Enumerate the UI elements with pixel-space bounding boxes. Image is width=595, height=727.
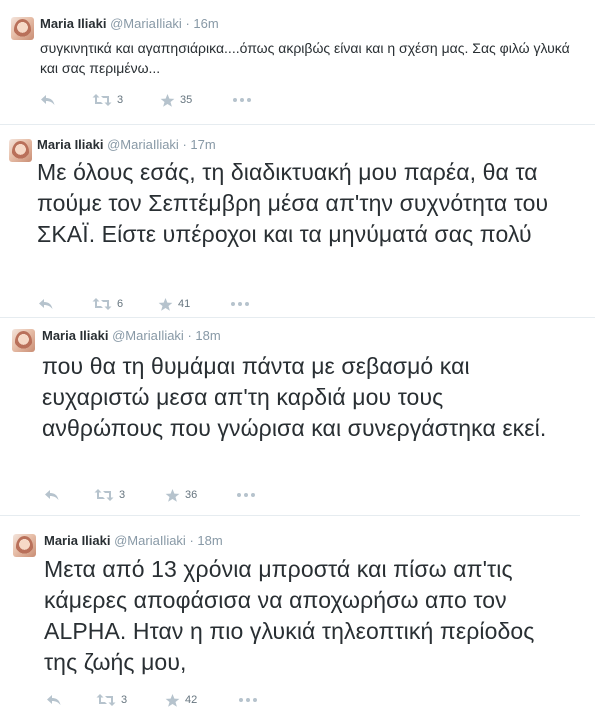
tweet-header: Maria Iliaki @MariaIliaki · 16m — [40, 16, 219, 32]
retweet-icon — [96, 694, 116, 706]
timestamp[interactable]: 17m — [190, 137, 215, 152]
retweet-count: 6 — [117, 298, 124, 310]
timestamp[interactable]: 16m — [193, 16, 218, 31]
tweet-text: Με όλους εσάς, τη διαδικτυακή μου παρέα,… — [37, 159, 549, 247]
dot-separator: · — [185, 16, 190, 31]
star-icon — [160, 93, 175, 107]
reply-button[interactable] — [46, 691, 62, 709]
more-dots-icon — [237, 493, 241, 497]
more-dots-icon — [231, 302, 235, 306]
more-button[interactable] — [233, 91, 254, 109]
retweet-button[interactable]: 3 — [96, 691, 127, 709]
more-button[interactable] — [239, 691, 260, 709]
more-button[interactable] — [231, 295, 252, 313]
reply-icon — [39, 299, 53, 309]
tweet-actions: 3 42 — [46, 691, 286, 709]
tweet-actions: 6 41 — [38, 295, 278, 313]
author-name[interactable]: Maria Iliaki — [44, 533, 110, 548]
author-name[interactable]: Maria Iliaki — [42, 328, 108, 343]
retweet-icon — [92, 298, 112, 310]
retweet-count: 3 — [117, 94, 124, 106]
retweet-icon — [92, 94, 112, 106]
dot-separator: · — [187, 328, 192, 343]
star-icon — [165, 693, 180, 707]
tweet-3: Maria Iliaki @MariaIliaki · 18m που θα τ… — [0, 318, 595, 514]
favorite-count: 36 — [185, 489, 198, 501]
tweet-text: Μετα από 13 χρόνια μπροστά και πίσω απ'τ… — [44, 556, 535, 675]
tweet-text: συγκινητικά και αγαπησιάρικα....όπως ακρ… — [40, 40, 570, 76]
favorite-button[interactable]: 35 — [160, 91, 192, 109]
dot-separator: · — [182, 137, 187, 152]
favorite-button[interactable]: 42 — [165, 691, 197, 709]
author-handle[interactable]: @MariaIliaki — [110, 16, 182, 31]
retweet-icon — [94, 489, 114, 501]
tweet-2: Maria Iliaki @MariaIliaki · 17m Με όλους… — [0, 125, 595, 317]
author-handle[interactable]: @MariaIliaki — [112, 328, 184, 343]
retweet-count: 3 — [121, 694, 128, 706]
favorite-count: 35 — [180, 94, 193, 106]
timestamp[interactable]: 18m — [195, 328, 220, 343]
avatar[interactable] — [11, 17, 34, 40]
tweet-header: Maria Iliaki @MariaIliaki · 18m — [44, 533, 223, 549]
dot-separator: · — [189, 533, 194, 548]
tweet-actions: 3 35 — [40, 91, 280, 109]
favorite-button[interactable]: 36 — [165, 486, 197, 504]
avatar[interactable] — [9, 139, 32, 162]
reply-button[interactable] — [44, 486, 60, 504]
tweet-header: Maria Iliaki @MariaIliaki · 17m — [37, 137, 216, 153]
more-dots-icon — [233, 98, 237, 102]
author-handle[interactable]: @MariaIliaki — [107, 137, 179, 152]
author-name[interactable]: Maria Iliaki — [40, 16, 106, 31]
reply-button[interactable] — [40, 91, 56, 109]
avatar[interactable] — [13, 534, 36, 557]
favorite-count: 41 — [178, 298, 191, 310]
reply-icon — [41, 95, 55, 105]
timestamp[interactable]: 18m — [197, 533, 222, 548]
star-icon — [158, 297, 173, 311]
favorite-count: 42 — [185, 694, 198, 706]
reply-icon — [47, 695, 61, 705]
more-button[interactable] — [237, 486, 258, 504]
tweet-1: Maria Iliaki @MariaIliaki · 16m συγκινητ… — [0, 0, 595, 123]
retweet-button[interactable]: 3 — [92, 91, 123, 109]
tweet-actions: 3 36 — [44, 486, 284, 504]
author-handle[interactable]: @MariaIliaki — [114, 533, 186, 548]
retweet-button[interactable]: 3 — [94, 486, 125, 504]
reply-icon — [45, 490, 59, 500]
retweet-button[interactable]: 6 — [92, 295, 123, 313]
tweet-header: Maria Iliaki @MariaIliaki · 18m — [42, 328, 221, 344]
more-dots-icon — [239, 698, 243, 702]
author-name[interactable]: Maria Iliaki — [37, 137, 103, 152]
favorite-button[interactable]: 41 — [158, 295, 190, 313]
retweet-count: 3 — [119, 489, 126, 501]
avatar[interactable] — [12, 329, 35, 352]
tweet-4: Maria Iliaki @MariaIliaki · 18m Μετα από… — [0, 516, 595, 727]
tweet-text: που θα τη θυμάμαι πάντα με σεβασμό και ε… — [42, 353, 547, 441]
reply-button[interactable] — [38, 295, 54, 313]
star-icon — [165, 488, 180, 502]
